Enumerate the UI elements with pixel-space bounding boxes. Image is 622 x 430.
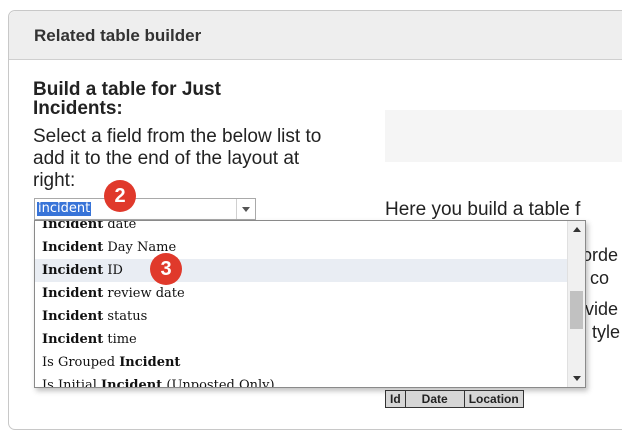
field-dropdown-list[interactable]: Incident date Incident Day Name Incident I… xyxy=(34,220,586,388)
option-text-bold: Incident xyxy=(42,309,104,324)
option-text-post: date xyxy=(103,220,137,232)
option-text-bold: Incident xyxy=(42,332,104,347)
option-text-bold: Incident xyxy=(42,220,104,232)
description-fragment: orde xyxy=(582,245,619,265)
description-fragment: vide xyxy=(585,299,619,319)
layout-drop-area xyxy=(385,110,622,162)
build-table-title: Build a table for Just Incidents: xyxy=(33,79,221,119)
panel-title: Related table builder xyxy=(34,26,202,45)
dropdown-option[interactable]: Incident Day Name xyxy=(35,236,569,259)
field-select-value[interactable]: incident xyxy=(37,202,92,216)
panel-header: Related table builder xyxy=(9,11,622,60)
description-fragment: co xyxy=(590,268,610,288)
dropdown-option[interactable]: Incident date xyxy=(35,220,569,236)
option-text-bold: Incident xyxy=(101,378,163,388)
option-text-bold: Incident xyxy=(42,286,104,301)
option-text-pre: Is Initial xyxy=(42,378,102,388)
instructions-text: Select a field from the below list to ad… xyxy=(33,126,322,191)
step-badge-2: 2 xyxy=(104,180,136,212)
dropdown-option[interactable]: Incident ID xyxy=(35,259,569,282)
layout-preview-table: Id Date Location xyxy=(385,390,524,408)
option-text-bold: Incident xyxy=(42,240,104,255)
scroll-up-arrow-icon[interactable] xyxy=(568,221,585,238)
dropdown-option[interactable]: Is Initial Incident (Unposted Only) xyxy=(35,374,569,388)
dropdown-items: Incident date Incident Day Name Incident I… xyxy=(35,220,569,388)
column-header: Id xyxy=(385,390,406,408)
dropdown-option[interactable]: Incident status xyxy=(35,305,569,328)
scrollbar-thumb[interactable] xyxy=(570,291,583,329)
description-text: Here you build a table f xyxy=(385,199,581,220)
chevron-down-icon[interactable] xyxy=(236,199,255,219)
dropdown-option[interactable]: Is Grouped Incident xyxy=(35,351,569,374)
dropdown-scrollbar[interactable] xyxy=(567,221,585,387)
option-text-pre: Is Grouped xyxy=(42,355,120,370)
column-header: Date xyxy=(404,390,465,408)
description-fragment: tyle xyxy=(592,322,621,342)
scroll-down-arrow-icon[interactable] xyxy=(568,370,585,387)
field-select-combobox[interactable]: incident xyxy=(34,198,256,220)
option-text-post: status xyxy=(103,309,148,324)
column-header: Location xyxy=(463,390,524,408)
option-text-bold: Incident xyxy=(42,263,104,278)
option-text-bold: Incident xyxy=(119,355,181,370)
option-text-post: review date xyxy=(103,286,185,301)
dropdown-option[interactable]: Incident review date xyxy=(35,282,569,305)
dropdown-option[interactable]: Incident time xyxy=(35,328,569,351)
option-text-post: time xyxy=(103,332,137,347)
option-text-post: (Unposted Only) xyxy=(162,378,275,388)
option-text-post: ID xyxy=(103,263,123,278)
step-badge-3: 3 xyxy=(150,253,182,285)
